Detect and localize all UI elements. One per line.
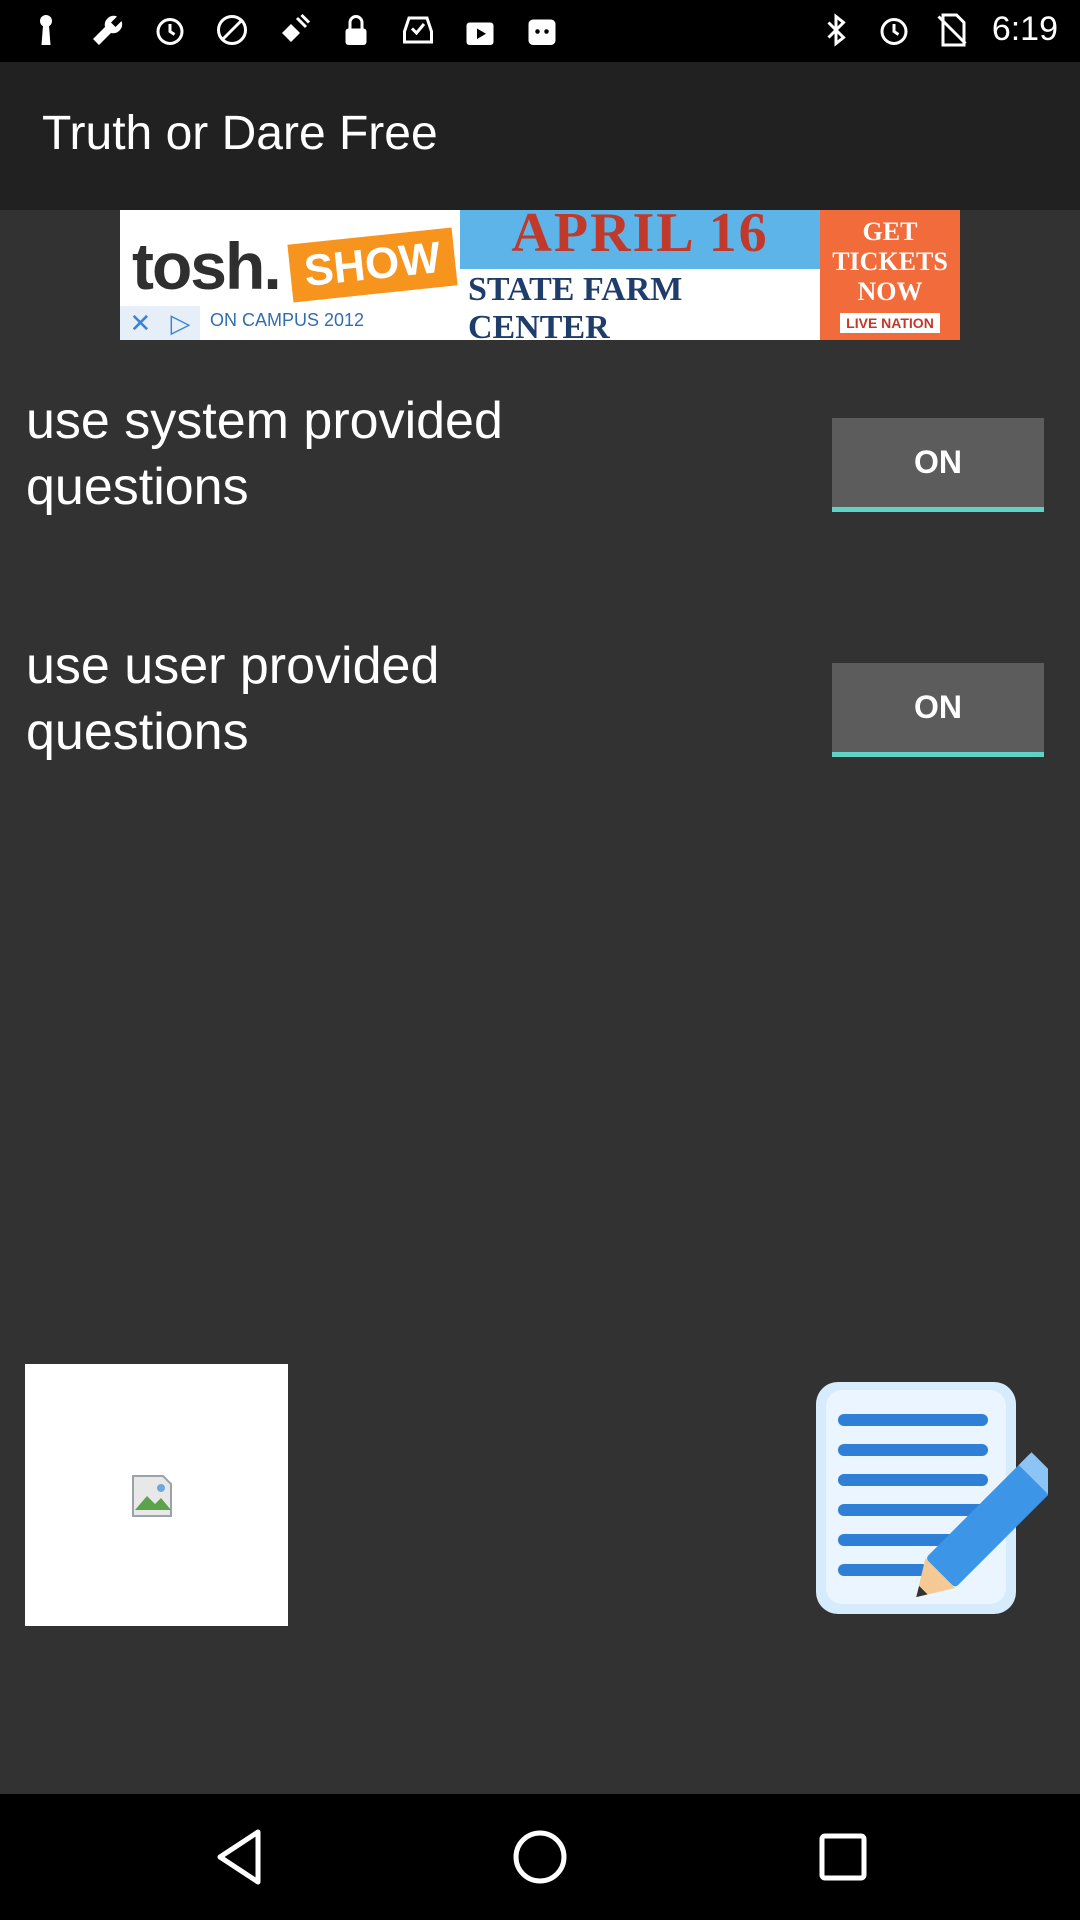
alarm-icon xyxy=(880,17,908,45)
no-signal-icon xyxy=(217,15,247,45)
clock: 6:19 xyxy=(991,10,1058,48)
keyhole-icon xyxy=(40,15,52,45)
ad-brand-text: tosh. xyxy=(132,229,282,303)
home-icon[interactable] xyxy=(505,1822,575,1892)
ad-cta[interactable]: GET TICKETS NOW xyxy=(820,217,960,307)
edit-notes-icon[interactable] xyxy=(812,1380,1048,1616)
ad-show-text: SHOW xyxy=(287,227,458,303)
back-icon[interactable] xyxy=(206,1822,276,1892)
bluetooth-icon xyxy=(827,12,846,47)
status-right-icons: 6:19 xyxy=(818,10,1058,49)
ad-logo-panel: tosh. SHOW ON CAMPUS 2012 ✕ ▷ xyxy=(120,210,460,340)
ad-banner[interactable]: tosh. SHOW ON CAMPUS 2012 ✕ ▷ APRIL 16 S… xyxy=(120,210,960,340)
play-bag-icon xyxy=(466,22,494,45)
inbox-check-icon xyxy=(403,16,433,44)
image-placeholder[interactable] xyxy=(25,1364,288,1626)
close-icon[interactable]: ✕ xyxy=(130,308,152,339)
ad-choices-icon[interactable]: ▷ xyxy=(170,308,190,339)
status-left-icons xyxy=(28,12,560,48)
ad-sponsor: LIVE NATION xyxy=(840,313,940,333)
main-content: tosh. SHOW ON CAMPUS 2012 ✕ ▷ APRIL 16 S… xyxy=(0,210,1080,1794)
ad-event-panel: APRIL 16 STATE FARM CENTER xyxy=(460,210,820,340)
app-title: Truth or Dare Free xyxy=(42,107,438,160)
lock-icon xyxy=(345,15,367,45)
alarm-icon xyxy=(156,18,184,45)
status-bar: 6:19 xyxy=(0,0,1080,62)
android-bag-icon xyxy=(528,19,556,45)
setting-label-system-questions: use system provided questions xyxy=(26,392,503,516)
ad-venue: STATE FARM CENTER xyxy=(460,269,820,340)
app-bar: Truth or Dare Free xyxy=(0,62,1080,210)
toggle-system-questions[interactable]: ON xyxy=(832,418,1044,512)
navigation-bar xyxy=(0,1794,1080,1920)
ad-date: APRIL 16 xyxy=(511,210,769,264)
toggle-user-questions[interactable]: ON xyxy=(832,663,1044,757)
no-sim-icon xyxy=(937,13,967,46)
recents-icon[interactable] xyxy=(808,1822,878,1892)
satellite-icon xyxy=(282,13,311,42)
ad-cta-panel[interactable]: GET TICKETS NOW LIVE NATION xyxy=(820,210,960,340)
wrench-icon xyxy=(93,15,123,45)
ad-small-text: ON CAMPUS 2012 xyxy=(210,310,365,330)
broken-image-icon xyxy=(132,1475,172,1517)
ad-choices[interactable]: ✕ ▷ xyxy=(120,306,200,340)
setting-label-user-questions: use user provided questions xyxy=(26,637,440,761)
